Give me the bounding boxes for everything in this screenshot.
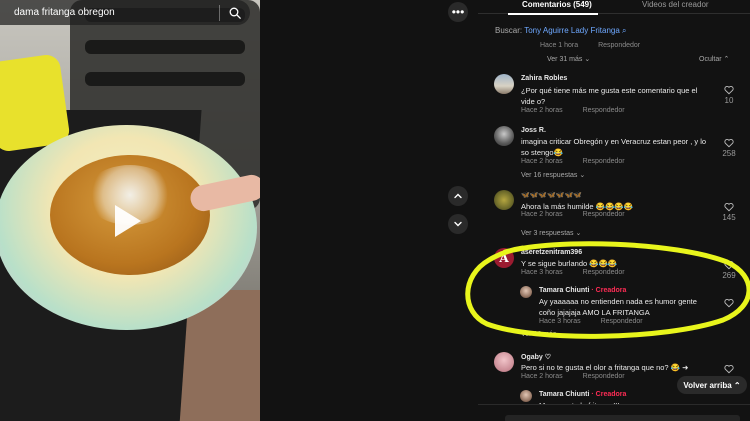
comment-author[interactable]: Ogaby ♡ [521,353,551,361]
reply-button[interactable]: Respondedor [583,269,625,276]
comment-meta: Hace 3 horas Respondedor [521,269,643,276]
comment-author[interactable]: Joss R. [521,127,546,134]
video-side-area [260,0,478,421]
reply-text: Ay yaaaaaa no entienden nada es humor ge… [539,297,697,317]
search-input[interactable]: dama fritanga obregon [14,7,219,18]
comment-time: Hace 2 horas [521,211,563,218]
avatar[interactable] [494,352,514,372]
view-replies-label: Ver 16 respuestas [521,172,578,179]
play-icon[interactable] [115,205,141,237]
next-video-button[interactable] [448,214,468,234]
view-replies[interactable]: Ver 3 respuestas ⌄ [521,229,581,237]
search-bar[interactable]: dama fritanga obregon [0,0,250,25]
like-count: 258 [722,149,736,158]
like-count: 10 [724,96,734,105]
tab-comments[interactable]: Comentarios (549) [522,0,592,9]
creator-badge: · Creadora [591,287,627,294]
back-to-top-button[interactable]: Volver arriba ⌃ [677,376,747,394]
like-count: 145 [722,213,736,222]
reply-button[interactable]: Respondedor [583,211,625,218]
comment-text: Y se sigue burlando 😂😂😂 [521,259,618,268]
comment-author[interactable]: Zahira Robles [521,75,567,82]
hide-replies-label: Ocultar [699,56,722,63]
comment-text: Pero si no te gusta el olor a fritanga q… [521,363,689,372]
comment-meta: Hace 2 horas Respondedor [521,107,643,114]
avatar[interactable]: A [494,248,514,268]
like-button[interactable] [718,298,740,308]
view-replies[interactable]: Ver 16 respuestas ⌄ [521,171,585,179]
search-icon[interactable] [220,0,250,25]
heart-icon [724,202,734,212]
avatar[interactable] [494,74,514,94]
comment-time: Hace 2 horas [521,373,563,380]
heart-icon [724,138,734,148]
reply-time: Hace 3 horas [539,318,581,325]
view-more-replies[interactable]: Ver 16 más [521,331,556,338]
view-more-label: Ver 31 más [547,56,583,63]
reply-author-name: Tamara Chiunti [539,391,590,398]
heart-icon [724,85,734,95]
comment-meta: Hace 2 horas Respondedor [521,211,643,218]
more-options-icon[interactable]: ••• [448,2,468,22]
chevron-down-icon [454,221,462,227]
like-button[interactable]: 145 [718,202,740,222]
heart-icon [724,364,734,374]
reply-button[interactable]: Respondedor [598,42,640,49]
comments-panel: Comentarios (549) Videos del creador Bus… [478,0,750,421]
comment-text: imagina criticar Obregón y en Veracruz e… [521,137,707,157]
comment-time: Hace 2 horas [521,158,563,165]
like-button[interactable] [718,364,740,374]
reply-button[interactable]: Respondedor [583,158,625,165]
video-player[interactable]: dama fritanga obregon [0,0,260,421]
search-suggestion[interactable]: Buscar: Tony Aguirre Lady Fritanga ⌕ [495,26,627,36]
view-more-label: Ver 16 más [521,331,557,338]
search-suggestion-term[interactable]: Tony Aguirre Lady Fritanga [524,26,620,35]
comment-input[interactable] [505,415,740,421]
reply-button[interactable]: Respondedor [601,318,643,325]
search-suggestion-icon: ⌕ [622,26,627,35]
reply-meta: Hace 3 horas Respondedor [539,318,661,325]
comment-meta: Hace 1 hora Respondedor [540,42,658,49]
comment-author[interactable]: 🦋🦋🦋🦋🦋🦋🦋 [521,191,582,199]
reply-author[interactable]: Tamara Chiunti · Creadora [539,391,626,398]
comment-time: Hace 2 horas [521,107,563,114]
heart-icon [724,298,734,308]
comment-time: Hace 3 horas [521,269,563,276]
avatar[interactable] [494,190,514,210]
reply-button[interactable]: Respondedor [583,373,625,380]
tab-creator-videos[interactable]: Videos del creador [642,0,709,9]
chair-slat [85,40,245,54]
reply-author-name: Tamara Chiunti [539,287,590,294]
view-more-replies[interactable]: Ver 31 más ⌄ [547,55,590,63]
reply-button[interactable]: Respondedor [583,107,625,114]
tabs: Comentarios (549) Videos del creador [478,0,750,15]
chevron-up-icon [454,193,462,199]
comment-meta: Hace 2 horas Respondedor [521,158,643,165]
reply-author[interactable]: Tamara Chiunti · Creadora [539,287,626,294]
like-button[interactable]: 10 [718,85,740,105]
heart-icon [724,260,734,270]
search-suggestion-label: Buscar: [495,26,523,35]
avatar[interactable] [520,390,532,402]
comment-author[interactable]: aseretzenitram396 [521,249,582,256]
view-replies-label: Ver 3 respuestas [521,230,574,237]
previous-video-button[interactable] [448,186,468,206]
comment-text: ¿Por qué tiene más me gusta este comenta… [521,86,698,106]
tab-underline [508,13,598,15]
chair-slat [85,72,245,86]
comment-meta: Hace 2 horas Respondedor [521,373,643,380]
back-to-top-label: Volver arriba [683,380,732,390]
like-count: 269 [722,271,736,280]
creator-badge: · Creadora [591,391,627,398]
avatar[interactable] [494,126,514,146]
hide-replies[interactable]: Ocultar ⌃ [699,55,729,63]
avatar[interactable] [520,286,532,298]
like-button[interactable]: 269 [718,260,740,280]
like-button[interactable]: 258 [718,138,740,158]
comment-time: Hace 1 hora [540,42,579,49]
